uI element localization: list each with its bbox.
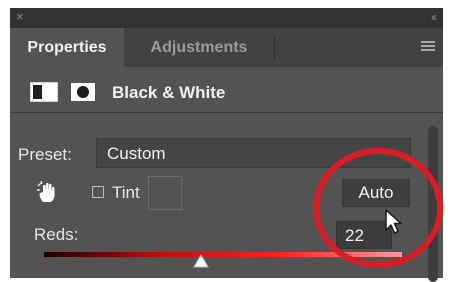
panel-scrollbar[interactable] <box>428 126 438 282</box>
reds-slider-thumb[interactable] <box>193 254 209 268</box>
reds-label: Reds: <box>34 225 79 244</box>
panel-menu-icon[interactable] <box>421 41 435 53</box>
mouse-cursor-icon <box>385 209 402 234</box>
reds-slider-track[interactable] <box>44 252 402 257</box>
panel-titlebar: × ‹‹ <box>10 8 443 28</box>
targeted-adjustment-hand-icon[interactable] <box>36 180 58 204</box>
adjustment-title: Black & White <box>112 83 226 102</box>
adjustment-layer-icon[interactable] <box>30 82 58 102</box>
tab-adjustments[interactable]: Adjustments <box>124 28 274 67</box>
chevron-down-icon: ⌄ <box>393 145 404 159</box>
tint-color-swatch[interactable] <box>148 176 182 210</box>
preset-dropdown[interactable]: Custom ⌄ <box>96 138 411 168</box>
panel-tabs: Properties Adjustments <box>10 28 443 67</box>
reds-value: 22 <box>345 226 364 245</box>
preset-value: Custom <box>107 144 166 163</box>
tint-label: Tint <box>112 183 140 202</box>
tab-divider <box>274 36 275 60</box>
preset-label: Preset: <box>18 145 72 164</box>
tint-checkbox[interactable] <box>92 186 104 198</box>
tab-properties[interactable]: Properties <box>10 28 124 67</box>
collapse-icon[interactable]: ‹‹ <box>431 9 437 25</box>
layer-mask-icon[interactable] <box>70 82 96 102</box>
close-icon[interactable]: × <box>16 9 24 25</box>
auto-button[interactable]: Auto <box>342 179 410 207</box>
